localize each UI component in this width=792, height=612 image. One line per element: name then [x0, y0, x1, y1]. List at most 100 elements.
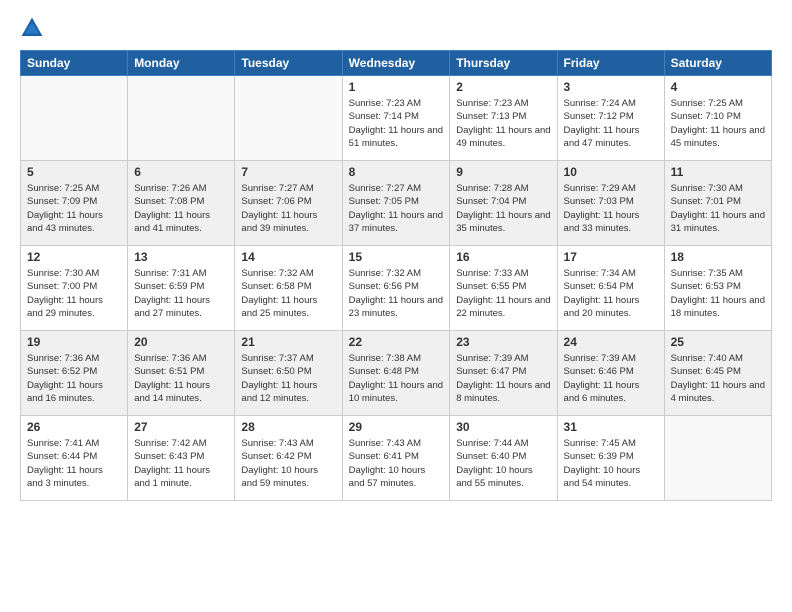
day-info: Sunrise: 7:33 AM Sunset: 6:55 PM Dayligh…	[456, 267, 550, 320]
calendar-cell: 17Sunrise: 7:34 AM Sunset: 6:54 PM Dayli…	[557, 246, 664, 331]
day-info: Sunrise: 7:36 AM Sunset: 6:52 PM Dayligh…	[27, 352, 121, 405]
day-number: 11	[671, 165, 765, 179]
day-header-thursday: Thursday	[450, 51, 557, 76]
day-info: Sunrise: 7:44 AM Sunset: 6:40 PM Dayligh…	[456, 437, 550, 490]
logo-icon	[20, 16, 44, 40]
calendar-cell: 28 Sunrise: 7:43 AM Sunset: 6:42 PM Dayli…	[235, 416, 342, 501]
day-number: 5	[27, 165, 121, 179]
calendar-cell: 10 Sunrise: 7:29 AM Sunset: 7:03 PM Dayli…	[557, 161, 664, 246]
day-info: Sunrise: 7:27 AM Sunset: 7:05 PM Dayligh…	[349, 182, 444, 235]
day-info: Sunrise: 7:31 AM Sunset: 6:59 PM Dayligh…	[134, 267, 228, 320]
week-row-4: 19 Sunrise: 7:36 AM Sunset: 6:52 PM Dayli…	[21, 331, 772, 416]
day-number: 19	[27, 335, 121, 349]
calendar-cell: 9 Sunrise: 7:28 AM Sunset: 7:04 PM Daylig…	[450, 161, 557, 246]
day-number: 28	[241, 420, 335, 434]
day-number: 3	[564, 80, 658, 94]
day-info: Sunrise: 7:40 AM Sunset: 6:45 PM Dayligh…	[671, 352, 765, 405]
day-info: Sunrise: 7:38 AM Sunset: 6:48 PM Dayligh…	[349, 352, 444, 405]
calendar-cell: 29Sunrise: 7:43 AM Sunset: 6:41 PM Dayli…	[342, 416, 450, 501]
day-info: Sunrise: 7:30 AM Sunset: 7:01 PM Dayligh…	[671, 182, 765, 235]
day-info: Sunrise: 7:30 AM Sunset: 7:00 PM Dayligh…	[27, 267, 121, 320]
day-info: Sunrise: 7:35 AM Sunset: 6:53 PM Dayligh…	[671, 267, 765, 320]
day-header-saturday: Saturday	[664, 51, 771, 76]
day-number: 1	[349, 80, 444, 94]
day-info: Sunrise: 7:43 AM Sunset: 6:41 PM Dayligh…	[349, 437, 444, 490]
day-number: 4	[671, 80, 765, 94]
calendar-cell: 8 Sunrise: 7:27 AM Sunset: 7:05 PM Daylig…	[342, 161, 450, 246]
day-info: Sunrise: 7:34 AM Sunset: 6:54 PM Dayligh…	[564, 267, 658, 320]
day-info: Sunrise: 7:39 AM Sunset: 6:46 PM Dayligh…	[564, 352, 658, 405]
calendar-cell: 19 Sunrise: 7:36 AM Sunset: 6:52 PM Dayli…	[21, 331, 128, 416]
day-info: Sunrise: 7:39 AM Sunset: 6:47 PM Dayligh…	[456, 352, 550, 405]
calendar-cell: 31Sunrise: 7:45 AM Sunset: 6:39 PM Dayli…	[557, 416, 664, 501]
day-number: 8	[349, 165, 444, 179]
day-number: 13	[134, 250, 228, 264]
day-header-wednesday: Wednesday	[342, 51, 450, 76]
calendar-cell: 27 Sunrise: 7:42 AM Sunset: 6:43 PM Dayli…	[128, 416, 235, 501]
calendar-cell: 14 Sunrise: 7:32 AM Sunset: 6:58 PM Dayli…	[235, 246, 342, 331]
calendar-cell: 20 Sunrise: 7:36 AM Sunset: 6:51 PM Dayli…	[128, 331, 235, 416]
day-number: 25	[671, 335, 765, 349]
calendar-cell	[235, 76, 342, 161]
day-info: Sunrise: 7:32 AM Sunset: 6:58 PM Dayligh…	[241, 267, 335, 320]
day-info: Sunrise: 7:42 AM Sunset: 6:43 PM Dayligh…	[134, 437, 228, 490]
day-header-monday: Monday	[128, 51, 235, 76]
calendar-cell: 15 Sunrise: 7:32 AM Sunset: 6:56 PM Dayli…	[342, 246, 450, 331]
calendar-cell: 22Sunrise: 7:38 AM Sunset: 6:48 PM Dayli…	[342, 331, 450, 416]
calendar-cell: 23 Sunrise: 7:39 AM Sunset: 6:47 PM Dayli…	[450, 331, 557, 416]
day-number: 10	[564, 165, 658, 179]
calendar-cell: 18 Sunrise: 7:35 AM Sunset: 6:53 PM Dayli…	[664, 246, 771, 331]
day-number: 20	[134, 335, 228, 349]
day-info: Sunrise: 7:23 AM Sunset: 7:13 PM Dayligh…	[456, 97, 550, 150]
day-info: Sunrise: 7:37 AM Sunset: 6:50 PM Dayligh…	[241, 352, 335, 405]
calendar-cell: 16 Sunrise: 7:33 AM Sunset: 6:55 PM Dayli…	[450, 246, 557, 331]
day-number: 27	[134, 420, 228, 434]
day-number: 23	[456, 335, 550, 349]
week-row-3: 12 Sunrise: 7:30 AM Sunset: 7:00 PM Dayli…	[21, 246, 772, 331]
calendar-cell: 11 Sunrise: 7:30 AM Sunset: 7:01 PM Dayli…	[664, 161, 771, 246]
day-number: 18	[671, 250, 765, 264]
calendar-cell: 1 Sunrise: 7:23 AM Sunset: 7:14 PM Daylig…	[342, 76, 450, 161]
calendar-cell: 2 Sunrise: 7:23 AM Sunset: 7:13 PM Daylig…	[450, 76, 557, 161]
day-info: Sunrise: 7:24 AM Sunset: 7:12 PM Dayligh…	[564, 97, 658, 150]
calendar-cell: 6 Sunrise: 7:26 AM Sunset: 7:08 PM Daylig…	[128, 161, 235, 246]
day-info: Sunrise: 7:27 AM Sunset: 7:06 PM Dayligh…	[241, 182, 335, 235]
day-number: 16	[456, 250, 550, 264]
calendar-cell: 30 Sunrise: 7:44 AM Sunset: 6:40 PM Dayli…	[450, 416, 557, 501]
day-number: 30	[456, 420, 550, 434]
day-info: Sunrise: 7:32 AM Sunset: 6:56 PM Dayligh…	[349, 267, 444, 320]
day-number: 24	[564, 335, 658, 349]
calendar-cell: 26 Sunrise: 7:41 AM Sunset: 6:44 PM Dayli…	[21, 416, 128, 501]
day-info: Sunrise: 7:23 AM Sunset: 7:14 PM Dayligh…	[349, 97, 444, 150]
day-info: Sunrise: 7:25 AM Sunset: 7:09 PM Dayligh…	[27, 182, 121, 235]
calendar-cell: 3 Sunrise: 7:24 AM Sunset: 7:12 PM Daylig…	[557, 76, 664, 161]
calendar-cell: 25 Sunrise: 7:40 AM Sunset: 6:45 PM Dayli…	[664, 331, 771, 416]
day-info: Sunrise: 7:29 AM Sunset: 7:03 PM Dayligh…	[564, 182, 658, 235]
day-number: 2	[456, 80, 550, 94]
logo	[20, 16, 48, 40]
header	[20, 16, 772, 40]
day-number: 21	[241, 335, 335, 349]
page-container: SundayMondayTuesdayWednesdayThursdayFrid…	[0, 0, 792, 612]
day-number: 15	[349, 250, 444, 264]
header-row: SundayMondayTuesdayWednesdayThursdayFrid…	[21, 51, 772, 76]
day-info: Sunrise: 7:36 AM Sunset: 6:51 PM Dayligh…	[134, 352, 228, 405]
day-info: Sunrise: 7:43 AM Sunset: 6:42 PM Dayligh…	[241, 437, 335, 490]
day-info: Sunrise: 7:28 AM Sunset: 7:04 PM Dayligh…	[456, 182, 550, 235]
day-info: Sunrise: 7:41 AM Sunset: 6:44 PM Dayligh…	[27, 437, 121, 490]
day-number: 26	[27, 420, 121, 434]
calendar-cell	[128, 76, 235, 161]
day-header-tuesday: Tuesday	[235, 51, 342, 76]
day-number: 12	[27, 250, 121, 264]
day-number: 9	[456, 165, 550, 179]
day-info: Sunrise: 7:25 AM Sunset: 7:10 PM Dayligh…	[671, 97, 765, 150]
calendar-cell: 7Sunrise: 7:27 AM Sunset: 7:06 PM Daylig…	[235, 161, 342, 246]
day-info: Sunrise: 7:45 AM Sunset: 6:39 PM Dayligh…	[564, 437, 658, 490]
calendar-cell: 13 Sunrise: 7:31 AM Sunset: 6:59 PM Dayli…	[128, 246, 235, 331]
calendar-cell: 24 Sunrise: 7:39 AM Sunset: 6:46 PM Dayli…	[557, 331, 664, 416]
day-number: 6	[134, 165, 228, 179]
calendar-cell: 5 Sunrise: 7:25 AM Sunset: 7:09 PM Daylig…	[21, 161, 128, 246]
week-row-5: 26 Sunrise: 7:41 AM Sunset: 6:44 PM Dayli…	[21, 416, 772, 501]
day-info: Sunrise: 7:26 AM Sunset: 7:08 PM Dayligh…	[134, 182, 228, 235]
day-number: 14	[241, 250, 335, 264]
